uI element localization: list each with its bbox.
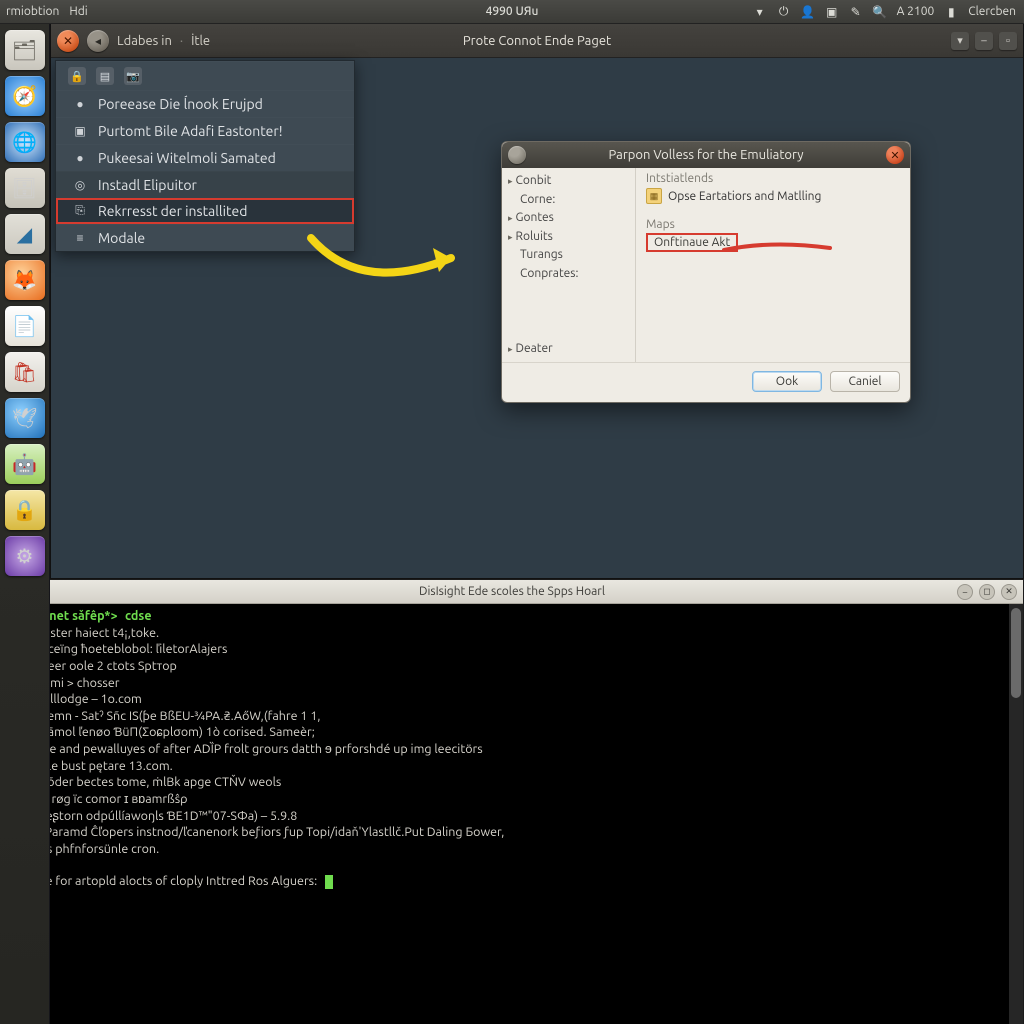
term-min-icon[interactable]: – — [957, 584, 973, 600]
launcher-lock[interactable]: 🔒 — [5, 490, 45, 530]
menu-item-label: Purtomt Bile Adafi Eastonter! — [98, 123, 283, 139]
app-body: 🔒 ▤ 📷 ● Poreease Die ĺnook Erujpd ▣ Purtom… — [51, 58, 1023, 578]
nav-item[interactable]: Gontes — [508, 209, 629, 228]
launcher-store[interactable]: 🛍 — [5, 352, 45, 392]
menu-item-label: Instadl Elipuitor — [98, 177, 197, 193]
dialog-min-icon[interactable] — [508, 146, 526, 164]
window-menu-icon[interactable]: ▫ — [999, 32, 1017, 50]
terminal-title: DisIsight Ede scoles the Spps Hoarl — [419, 585, 605, 598]
preferences-dialog: Parpon Volless for the Emuliatory ✕ Conb… — [501, 141, 911, 403]
badge-icon: ▣ — [72, 124, 88, 138]
nav-item[interactable]: Roluits — [508, 228, 629, 247]
terminal-output: hataliłester haiect t4¡,toke. ħĕhdŧsceïn… — [9, 626, 504, 856]
panel-clock[interactable]: 4990 UЯu — [486, 5, 539, 18]
ok-button[interactable]: Ook — [752, 371, 822, 392]
menu-item-highlighted[interactable]: ⎘ Rekrresst der installited — [56, 198, 354, 224]
dialog-titlebar[interactable]: Parpon Volless for the Emuliatory ✕ — [502, 142, 910, 168]
dialog-close-icon[interactable]: ✕ — [886, 146, 904, 164]
menu-item-label: Rekrresst der installited — [98, 203, 247, 219]
nav-item[interactable]: Corne: — [508, 191, 629, 210]
panel-text-1[interactable]: rmiobtion — [6, 5, 59, 18]
highlight-box[interactable]: Onftinaue Akt — [646, 233, 738, 252]
dialog-title: Parpon Volless for the Emuliatory — [608, 148, 803, 162]
nav-item[interactable]: Turangs — [508, 246, 629, 265]
nav-spacer — [508, 284, 629, 340]
launcher-android[interactable]: 🤖 — [5, 444, 45, 484]
panel-status[interactable]: A 2100 — [897, 5, 935, 18]
nav-item[interactable]: Conbit — [508, 172, 629, 191]
menu-header[interactable]: 🔒 ▤ 📷 — [56, 61, 354, 90]
term-max-icon[interactable]: ◻ — [979, 584, 995, 600]
list-icon: ≡ — [72, 231, 88, 245]
terminal-scrollbar[interactable] — [1009, 604, 1023, 1024]
bluetooth-icon[interactable]: ✎ — [849, 5, 863, 19]
cmd-1: cdse — [125, 609, 151, 623]
launcher-tbird[interactable]: 🕊 — [5, 398, 45, 438]
bullet-icon: ● — [72, 151, 88, 165]
app-window: ✕ ◂ Ldabes in · İtle Prote Connot Ende P… — [50, 24, 1024, 579]
terminal-body[interactable]: Caantsnet sǎfêp*> cdse hataliłester haie… — [1, 604, 1023, 1024]
section-title-2: Maps — [646, 218, 900, 231]
app-titlebar[interactable]: ✕ ◂ Ldabes in · İtle Prote Connot Ende P… — [51, 24, 1023, 58]
launcher-folder[interactable]: 🗂 — [5, 30, 45, 70]
window-minimize-icon[interactable]: – — [975, 32, 993, 50]
option-label: Opse Eartatiors and Matlling — [668, 190, 821, 203]
terminal-titlebar[interactable]: ❯ DisIsight Ede scoles the Spps Hoarl – … — [1, 580, 1023, 604]
cursor-icon — [325, 875, 333, 889]
window-dropdown-icon[interactable]: ▾ — [951, 32, 969, 50]
cam-icon: 📷 — [124, 67, 142, 85]
dialog-nav: Conbit Corne: Gontes Roluits Turangs Con… — [502, 168, 636, 362]
copy-icon: ⎘ — [72, 204, 88, 218]
top-panel: rmiobtion Hdi 4990 UЯu ▾ ⏻ 👤 ▣ ✎ 🔍 A 210… — [0, 0, 1024, 24]
user-icon[interactable]: 👤 — [801, 5, 815, 19]
menu-item-0[interactable]: ● Poreease Die ĺnook Erujpd — [56, 90, 354, 117]
launcher-arch[interactable]: ◢ — [5, 214, 45, 254]
menu-item-1[interactable]: ▣ Purtomt Bile Adafi Eastonter! — [56, 117, 354, 144]
window-close-icon[interactable]: ✕ — [57, 30, 79, 52]
dialog-footer: Ook Caniel — [502, 362, 910, 402]
launcher-chromium[interactable]: 🌐 — [5, 122, 45, 162]
section-title-1: Intstiatlends — [646, 172, 900, 185]
launcher-firefox[interactable]: 🦊 — [5, 260, 45, 300]
nav-item[interactable]: Conprates: — [508, 265, 629, 284]
battery-icon[interactable]: ▮ — [944, 5, 958, 19]
panel-text-2[interactable]: Hdi — [69, 5, 87, 18]
menu-item-5[interactable]: ≡ Modale — [56, 224, 354, 251]
menu-item-label: Poreease Die ĺnook Erujpd — [98, 96, 263, 112]
launcher-misc[interactable]: ⚙ — [5, 536, 45, 576]
menu-item-3[interactable]: ◎ Instadl Elipuitor — [56, 171, 354, 198]
doc-icon: ▤ — [96, 67, 114, 85]
folder-icon: ▦ — [646, 188, 662, 204]
nav-item[interactable]: Deater — [508, 340, 629, 359]
menu-item-label: Modale — [98, 230, 145, 246]
titlebar-left[interactable]: Ldabes in — [117, 34, 172, 48]
launcher: 🗂 🧭 🌐 🗄 ◢ 🦊 📄 🛍 🕊 🤖 🔒 ⚙ — [0, 24, 50, 1024]
lock-icon: 🔒 — [68, 67, 86, 85]
term-close-icon[interactable]: ✕ — [1001, 584, 1017, 600]
dropdown-menu: 🔒 ▤ 📷 ● Poreease Die ĺnook Erujpd ▣ Purtom… — [55, 60, 355, 252]
prompt-2: Pofame for artopld alocts of cloply Intt… — [9, 874, 317, 888]
target-icon: ◎ — [72, 178, 88, 192]
launcher-text[interactable]: 📄 — [5, 306, 45, 346]
panel-username[interactable]: Clercben — [968, 5, 1016, 18]
launcher-safari[interactable]: 🧭 — [5, 76, 45, 116]
search-icon[interactable]: 🔍 — [873, 5, 887, 19]
cancel-button[interactable]: Caniel — [830, 371, 900, 392]
window-title: Prote Connot Ende Paget — [463, 34, 611, 48]
power-icon[interactable]: ⏻ — [777, 5, 791, 19]
option-row[interactable]: ▦ Opse Eartatiors and Matlling — [646, 187, 900, 208]
indicator-down-icon[interactable]: ▾ — [753, 5, 767, 19]
terminal-window: ❯ DisIsight Ede scoles the Spps Hoarl – … — [0, 579, 1024, 1024]
window-back-icon[interactable]: ◂ — [87, 30, 109, 52]
launcher-drive[interactable]: 🗄 — [5, 168, 45, 208]
display-icon[interactable]: ▣ — [825, 5, 839, 19]
bullet-icon: ● — [72, 97, 88, 111]
scrollbar-thumb[interactable] — [1011, 608, 1021, 698]
menu-item-label: Pukeesai Witelmoli Samated — [98, 150, 276, 166]
titlebar-file[interactable]: İtle — [191, 34, 210, 48]
highlighted-option[interactable]: Onftinaue Akt — [646, 233, 900, 252]
menu-item-2[interactable]: ● Pukeesai Witelmoli Samated — [56, 144, 354, 171]
dialog-main: Intstiatlends ▦ Opse Eartatiors and Matl… — [636, 168, 910, 362]
